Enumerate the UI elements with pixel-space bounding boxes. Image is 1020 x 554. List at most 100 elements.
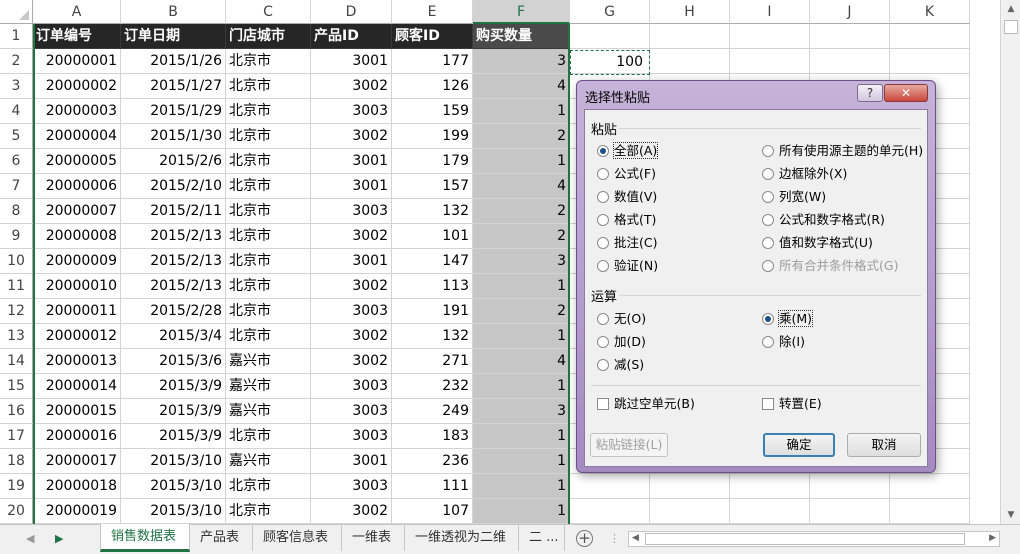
sheet-tab[interactable]: 销售数据表 [100, 524, 190, 552]
row-header[interactable]: 13 [0, 324, 33, 349]
row-header[interactable]: 17 [0, 424, 33, 449]
skip-blanks-checkbox[interactable]: 跳过空单元(B) [597, 395, 695, 413]
table-cell[interactable]: 3001 [311, 249, 392, 274]
table-cell[interactable]: 1 [473, 274, 570, 299]
help-button[interactable]: ? [857, 84, 883, 102]
paste-option[interactable]: 值和数字格式(U) [762, 234, 873, 252]
table-cell[interactable]: 嘉兴市 [226, 399, 311, 424]
paste-option[interactable]: 所有使用源主题的单元(H) [762, 142, 923, 160]
table-cell[interactable]: 2015/3/9 [121, 399, 226, 424]
table-cell[interactable]: 3001 [311, 49, 392, 74]
table-cell[interactable]: 2015/2/13 [121, 249, 226, 274]
table-cell[interactable]: 20000008 [33, 224, 121, 249]
row-header[interactable]: 12 [0, 299, 33, 324]
column-header-D[interactable]: D [311, 0, 392, 24]
table-cell[interactable]: 20000017 [33, 449, 121, 474]
header-cell[interactable]: 门店城市 [226, 24, 311, 49]
table-cell[interactable]: 北京市 [226, 299, 311, 324]
table-cell[interactable]: 3001 [311, 149, 392, 174]
table-cell[interactable]: 179 [392, 149, 473, 174]
table-cell[interactable]: 2015/2/28 [121, 299, 226, 324]
table-cell[interactable]: 1 [473, 474, 570, 499]
vertical-scroll-thumb[interactable] [1004, 20, 1018, 34]
table-cell[interactable]: 2015/1/26 [121, 49, 226, 74]
sheet-tab[interactable]: 一维透视为二维 [405, 525, 519, 551]
table-cell[interactable]: 20000011 [33, 299, 121, 324]
table-cell[interactable]: 嘉兴市 [226, 449, 311, 474]
header-cell[interactable]: 产品ID [311, 24, 392, 49]
table-cell[interactable]: 北京市 [226, 424, 311, 449]
table-cell[interactable]: 232 [392, 374, 473, 399]
row-header[interactable]: 3 [0, 74, 33, 99]
table-cell[interactable]: 3003 [311, 399, 392, 424]
table-cell[interactable]: 北京市 [226, 324, 311, 349]
table-cell[interactable]: 2015/2/13 [121, 274, 226, 299]
table-cell[interactable]: 2 [473, 299, 570, 324]
operation-option[interactable]: 乘(M) [762, 310, 814, 328]
sheet-tab[interactable]: 顾客信息表 [253, 525, 342, 551]
tab-splitter-icon[interactable]: ⋮ [609, 532, 620, 545]
table-cell[interactable]: 147 [392, 249, 473, 274]
table-cell[interactable]: 20000014 [33, 374, 121, 399]
table-cell[interactable]: 3003 [311, 299, 392, 324]
table-cell[interactable]: 20000010 [33, 274, 121, 299]
table-cell[interactable] [730, 474, 810, 499]
table-cell[interactable]: 20000015 [33, 399, 121, 424]
paste-option[interactable]: 数值(V) [597, 188, 657, 206]
table-cell[interactable]: 271 [392, 349, 473, 374]
table-cell[interactable]: 2015/1/30 [121, 124, 226, 149]
row-header[interactable]: 6 [0, 149, 33, 174]
table-cell[interactable]: 2015/3/10 [121, 499, 226, 524]
table-cell[interactable]: 20000007 [33, 199, 121, 224]
table-cell[interactable]: 北京市 [226, 474, 311, 499]
table-cell[interactable]: 101 [392, 224, 473, 249]
table-cell[interactable]: 北京市 [226, 149, 311, 174]
table-cell[interactable] [890, 24, 970, 49]
table-cell[interactable]: 3002 [311, 224, 392, 249]
table-cell[interactable]: 20000013 [33, 349, 121, 374]
table-cell[interactable]: 107 [392, 499, 473, 524]
table-cell[interactable]: 159 [392, 99, 473, 124]
table-cell[interactable] [810, 499, 890, 524]
table-cell[interactable]: 3002 [311, 274, 392, 299]
table-cell[interactable]: 113 [392, 274, 473, 299]
table-cell[interactable]: 3002 [311, 499, 392, 524]
table-cell[interactable]: 126 [392, 74, 473, 99]
table-cell[interactable]: 2015/3/10 [121, 474, 226, 499]
table-cell[interactable]: 3003 [311, 199, 392, 224]
table-cell[interactable] [730, 499, 810, 524]
table-cell[interactable]: 1 [473, 374, 570, 399]
table-cell[interactable]: 3002 [311, 124, 392, 149]
add-sheet-icon[interactable]: + [576, 530, 593, 547]
table-cell[interactable]: 1 [473, 424, 570, 449]
table-cell[interactable]: 20000001 [33, 49, 121, 74]
table-cell[interactable]: 3 [473, 399, 570, 424]
header-cell[interactable]: 购买数量 [473, 24, 570, 49]
table-cell[interactable]: 北京市 [226, 49, 311, 74]
paste-option[interactable]: 公式和数字格式(R) [762, 211, 885, 229]
paste-option[interactable]: 公式(F) [597, 165, 656, 183]
table-cell[interactable] [890, 49, 970, 74]
table-cell[interactable]: 北京市 [226, 274, 311, 299]
table-cell[interactable]: 20000005 [33, 149, 121, 174]
paste-link-button[interactable]: 粘贴链接(L) [590, 433, 668, 457]
table-cell[interactable] [730, 24, 810, 49]
table-cell[interactable]: 2015/3/10 [121, 449, 226, 474]
operation-option[interactable]: 除(I) [762, 333, 805, 351]
table-cell[interactable]: 132 [392, 199, 473, 224]
column-header-I[interactable]: I [730, 0, 810, 24]
table-cell[interactable]: 132 [392, 324, 473, 349]
table-cell[interactable]: 3003 [311, 99, 392, 124]
table-cell[interactable]: 1 [473, 99, 570, 124]
sheet-tab[interactable]: 一维表 [342, 525, 405, 551]
scroll-up-icon[interactable]: ▲ [1004, 2, 1018, 16]
table-cell[interactable] [810, 49, 890, 74]
table-cell[interactable]: 20000012 [33, 324, 121, 349]
table-cell[interactable]: 20000003 [33, 99, 121, 124]
table-cell[interactable]: 2 [473, 199, 570, 224]
horizontal-scroll-thumb[interactable] [645, 533, 965, 545]
table-cell[interactable]: 236 [392, 449, 473, 474]
table-cell[interactable]: 北京市 [226, 124, 311, 149]
table-cell[interactable]: 2015/3/4 [121, 324, 226, 349]
row-header[interactable]: 20 [0, 499, 33, 524]
